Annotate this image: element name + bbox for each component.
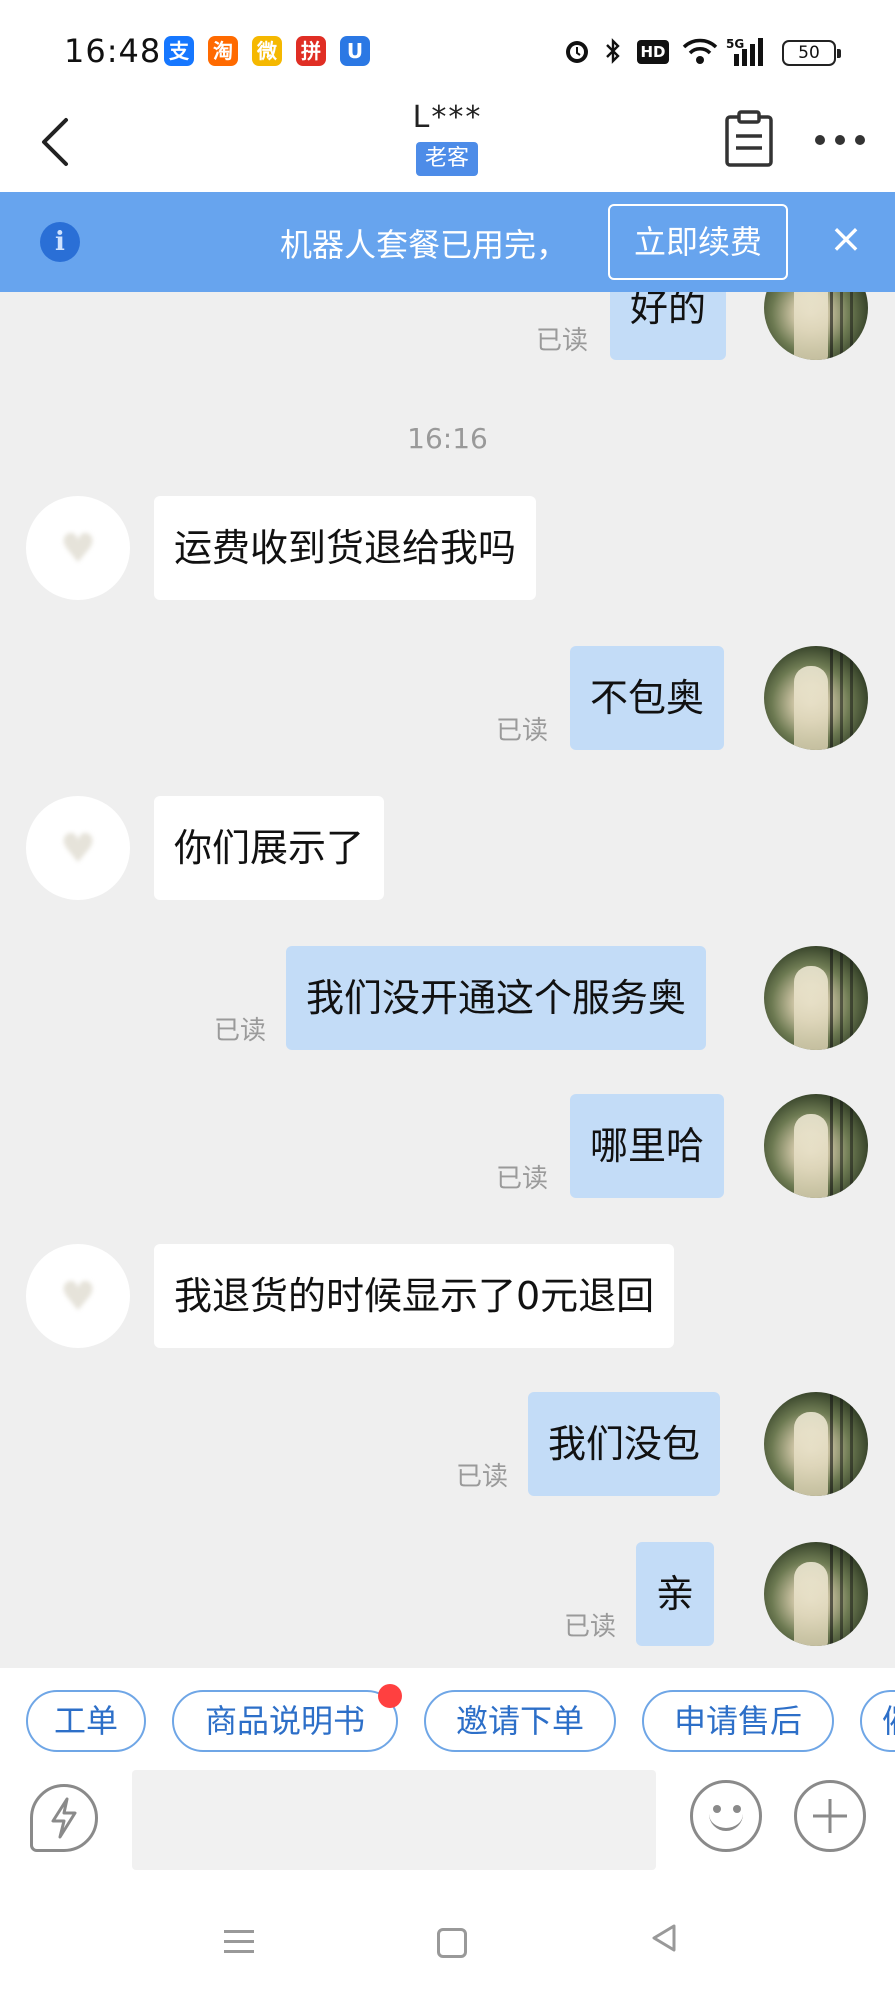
renewal-banner: i 机器人套餐已用完， 立即续费 × [0, 192, 895, 292]
menu-icon[interactable] [216, 1918, 266, 1968]
self-avatar[interactable] [764, 1392, 868, 1496]
input-bar [0, 1764, 895, 1888]
chat-timestamp: 16:16 [407, 422, 488, 455]
emoji-button[interactable] [690, 1780, 762, 1852]
message-bubble-self[interactable]: 不包奥 [570, 646, 725, 750]
message-bubble-other[interactable]: 你们展示了 [154, 796, 385, 900]
self-avatar[interactable] [764, 1094, 868, 1198]
read-receipt: 已读 [536, 326, 589, 356]
heart-icon: ♥ [60, 1274, 96, 1320]
chat-header: L*** 老客 [0, 100, 895, 192]
self-avatar[interactable] [764, 1542, 868, 1646]
read-receipt: 已读 [214, 1016, 267, 1046]
read-receipt: 已读 [496, 716, 549, 746]
chat-area[interactable]: 已读 好的 16:16 ♥ 运费收到货退给我吗 已读 不包奥 ♥ 你们展示了 已… [0, 292, 895, 1668]
notification-dot [378, 1684, 402, 1708]
message-bubble-self[interactable]: 亲 [636, 1542, 715, 1646]
weibo-icon: 微 [252, 36, 282, 66]
status-bar: 16:48 支 淘 微 拼 U HD 5G 50 [0, 0, 895, 100]
hd-indicator: HD [636, 36, 670, 68]
home-icon[interactable] [437, 1928, 467, 1958]
nav-back-icon[interactable] [644, 1918, 694, 1968]
message-row: ♥ 运费收到货退给我吗 [0, 496, 895, 600]
more-button[interactable] [812, 120, 868, 160]
banner-text: 机器人套餐已用完， [280, 226, 569, 264]
pinduoduo-icon: 拼 [296, 36, 326, 66]
message-row: 已读 我们没开通这个服务奥 [0, 946, 895, 1050]
read-receipt: 已读 [456, 1462, 509, 1492]
system-nav-bar [0, 1888, 895, 2000]
battery-indicator: 50 [782, 40, 841, 66]
customer-avatar[interactable]: ♥ [26, 796, 130, 900]
plus-button[interactable] [794, 1780, 866, 1852]
read-receipt: 已读 [564, 1612, 617, 1642]
bluetooth-icon [600, 36, 626, 68]
message-bubble-other[interactable]: 运费收到货退给我吗 [154, 496, 537, 600]
alarm-icon [560, 36, 594, 68]
plus-icon [813, 1799, 847, 1833]
close-icon[interactable]: × [826, 214, 866, 264]
self-avatar[interactable] [764, 646, 868, 750]
quick-reply-button[interactable] [30, 1784, 98, 1852]
chip-urge[interactable]: 催 [860, 1690, 895, 1752]
message-bubble-self[interactable]: 我们没包 [528, 1392, 721, 1496]
message-row: 已读 哪里哈 [0, 1094, 895, 1198]
renew-button[interactable]: 立即续费 [608, 204, 788, 280]
shield-app-icon: U [340, 36, 370, 66]
quick-actions-bar[interactable]: 工单 商品说明书 邀请下单 申请售后 催 [0, 1668, 895, 1764]
message-input[interactable] [132, 1770, 656, 1870]
status-time: 16:48 [64, 32, 162, 70]
signal-icon: 5G [726, 36, 770, 68]
customer-avatar[interactable]: ♥ [26, 1244, 130, 1348]
customer-avatar[interactable]: ♥ [26, 496, 130, 600]
message-bubble-self[interactable]: 好的 [610, 292, 727, 360]
wifi-icon [680, 36, 720, 68]
message-row: 已读 亲 [0, 1542, 895, 1646]
read-receipt: 已读 [496, 1164, 549, 1194]
clipboard-icon [725, 110, 773, 167]
more-icon [815, 135, 865, 145]
chip-invite-order[interactable]: 邀请下单 [424, 1690, 616, 1752]
message-row: 已读 我们没包 [0, 1392, 895, 1496]
svg-text:5G: 5G [726, 37, 744, 51]
info-icon: i [40, 222, 80, 262]
self-avatar[interactable] [764, 292, 868, 360]
message-bubble-other[interactable]: 我退货的时候显示了0元退回 [154, 1244, 675, 1348]
chip-work-order[interactable]: 工单 [26, 1690, 146, 1752]
message-row: ♥ 我退货的时候显示了0元退回 [0, 1244, 895, 1348]
message-row: 已读 好的 [0, 292, 895, 360]
heart-icon: ♥ [60, 826, 96, 872]
message-row: ♥ 你们展示了 [0, 796, 895, 900]
alipay-icon: 支 [164, 36, 194, 66]
lightning-icon [51, 1797, 77, 1839]
message-bubble-self[interactable]: 哪里哈 [570, 1094, 725, 1198]
self-avatar[interactable] [764, 946, 868, 1050]
chip-product-manual[interactable]: 商品说明书 [172, 1684, 402, 1752]
message-row: 已读 不包奥 [0, 646, 895, 750]
chip-after-sales[interactable]: 申请售后 [642, 1690, 834, 1752]
customer-badge: 老客 [416, 142, 478, 176]
taobao-icon: 淘 [208, 36, 238, 66]
clipboard-button[interactable] [722, 108, 776, 168]
heart-icon: ♥ [60, 526, 96, 572]
message-bubble-self[interactable]: 我们没开通这个服务奥 [286, 946, 707, 1050]
